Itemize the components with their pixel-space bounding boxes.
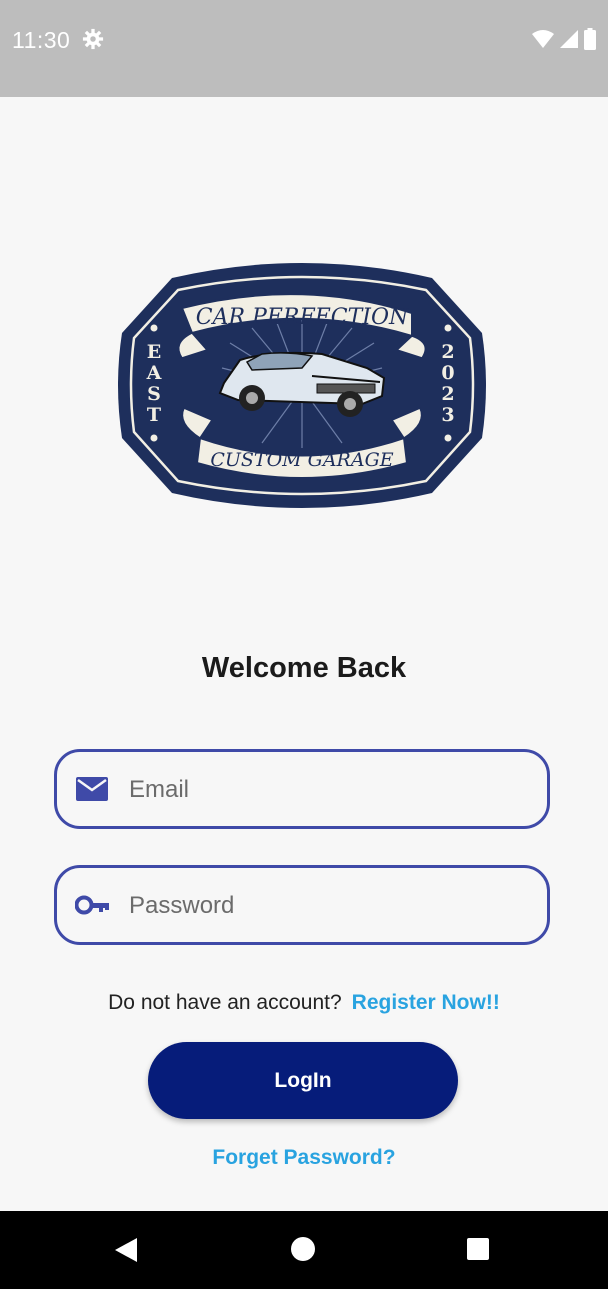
recent-apps-icon[interactable] [466,1237,490,1266]
logo-right-digit: 0 [441,362,454,384]
logo-left-letter: S [147,383,161,405]
status-time: 11:30 [12,27,71,53]
system-nav-bar [0,1211,608,1289]
email-input[interactable] [127,766,531,814]
wifi-icon [532,29,554,54]
status-icons [532,28,596,55]
key-icon [74,892,111,923]
back-icon[interactable] [113,1236,139,1269]
logo-right-digit: 2 [441,341,454,363]
forget-password-link[interactable]: Forget Password? [0,1146,608,1170]
password-field[interactable] [54,865,550,945]
logo-left-letter: T [147,404,161,426]
logo-right-digit: 3 [441,404,454,426]
logo-top-text: CAR PERFECTION [196,305,409,330]
password-input[interactable] [127,882,531,930]
status-bar: 11:30 [0,0,608,97]
logo-left-letter: E [147,341,161,363]
signal-icon [560,30,578,53]
app-logo: E A S T 2 0 2 3 CAR PERFECTION CUSTOM GA… [112,258,492,513]
welcome-title: Welcome Back [201,652,407,684]
email-field[interactable] [54,749,550,829]
login-button[interactable]: LogIn [148,1042,458,1119]
gear-icon [82,28,104,55]
logo-bottom-text: CUSTOM GARAGE [210,449,393,471]
logo-left-letter: A [146,362,162,384]
mail-icon [75,776,109,807]
register-link[interactable]: Register Now!! [352,991,500,1014]
battery-icon [584,28,596,55]
register-prompt: Do not have an account? [108,991,342,1014]
home-icon[interactable] [290,1236,316,1267]
logo-right-digit: 2 [441,383,454,405]
register-row: Do not have an account? Register Now!! [0,991,608,1015]
